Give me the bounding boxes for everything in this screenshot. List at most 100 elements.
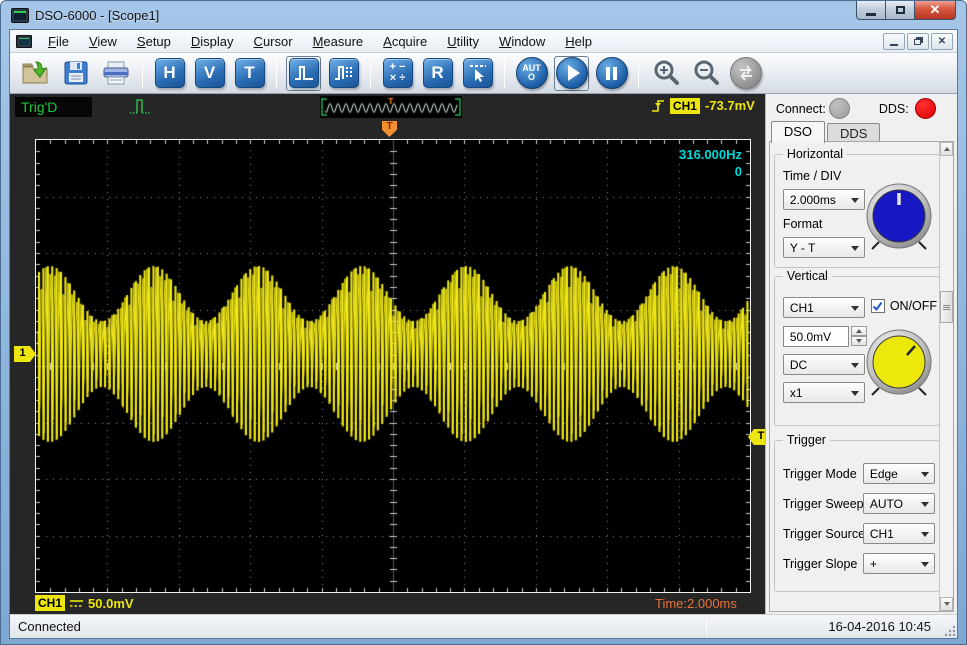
frequency-readout: 316.000Hz 0 [679,146,742,180]
connect-status-led [829,98,850,119]
channel1-position-marker[interactable]: 1 [14,346,36,362]
onoff-checkbox[interactable] [871,299,885,313]
scope-display-panel: Trig'D CH1 -73.7mV [10,94,765,614]
print-button[interactable] [98,56,133,91]
maximize-button[interactable] [886,1,914,20]
toolbar-separator [370,58,371,88]
close-button[interactable]: ✕ [914,1,956,20]
resize-grip[interactable] [944,625,956,637]
checkmark-icon [872,301,883,312]
panel-scrollbar[interactable] [939,142,953,611]
transfer-arrows-icon [736,65,756,81]
dds-status-led [915,98,936,119]
cursor-icon [467,62,489,84]
app-window: DSO-6000 - [Scope1] ✕ File View Setup Di… [0,0,967,645]
printer-icon [101,59,131,87]
trigger-slope-select[interactable]: + [863,553,935,574]
document-icon[interactable] [16,35,32,48]
dropdown-arrow-icon [851,198,859,207]
menu-window[interactable]: Window [489,32,555,51]
format-select[interactable]: Y - T [783,237,865,258]
coupling-select[interactable]: DC [783,354,865,375]
trigger-mode-select[interactable]: Edge [863,463,935,484]
channel-onoff-row: ON/OFF [871,299,937,313]
vertical-group-title: Vertical [783,269,832,283]
dropdown-arrow-icon [851,391,859,400]
h-icon: H [155,58,185,88]
horizontal-position-knob[interactable] [861,179,937,259]
dropdown-arrow-icon [851,246,859,255]
pause-icon [606,67,617,80]
menu-measure[interactable]: Measure [303,32,374,51]
tab-dds[interactable]: DDS [827,123,880,142]
mdi-close-button[interactable]: ✕ [931,33,953,50]
math-button[interactable]: + −× ÷ [380,56,415,91]
transfer-button[interactable] [728,56,763,91]
dropdown-arrow-icon [851,306,859,315]
menu-acquire[interactable]: Acquire [373,32,437,51]
dropdown-arrow-icon [851,363,859,372]
trigger-level-readout: -73.7mV [705,98,755,113]
trigger-source-select[interactable]: CH1 [863,523,935,544]
edge-trigger-icon [651,97,665,114]
save-button[interactable] [58,56,93,91]
mdi-minimize-button[interactable] [883,33,905,50]
time-div-select[interactable]: 2.000ms [783,189,865,210]
vertical-position-knob[interactable] [861,325,937,405]
scrollbar-down-button[interactable] [940,597,953,611]
trigger-status-badge: Trig'D [15,97,92,117]
autoset-button[interactable]: AUTO [514,56,549,91]
menu-setup[interactable]: Setup [127,32,181,51]
pulse-train-icon [333,62,355,84]
horizontal-group: Horizontal Time / DIV 2.000ms Format Y -… [774,154,940,268]
reference-button[interactable]: R [420,56,455,91]
time-div-label: Time / DIV [783,169,842,183]
connect-label: Connect: [776,102,826,116]
scope-canvas [36,140,750,592]
menu-cursor[interactable]: Cursor [244,32,303,51]
trigger-group: Trigger Trigger Mode Edge Trigger Sweep … [774,440,940,592]
menu-view[interactable]: View [79,32,127,51]
scrollbar-thumb[interactable] [940,291,953,323]
single-pulse-button[interactable] [286,56,321,91]
onoff-label: ON/OFF [890,299,937,313]
cursor-measure-button[interactable] [460,56,495,91]
probe-select[interactable]: x1 [783,382,865,403]
zoom-in-button[interactable] [648,56,683,91]
down-arrow-icon [944,602,950,609]
mdi-restore-icon [914,39,921,45]
horizontal-panel-button[interactable]: H [152,56,187,91]
scrollbar-up-button[interactable] [940,142,953,156]
trigger-sweep-select[interactable]: AUTO [863,493,935,514]
dropdown-arrow-icon [921,472,929,481]
minimize-button[interactable] [856,1,886,20]
pause-button[interactable] [594,56,629,91]
trigger-panel-button[interactable]: T [232,56,267,91]
run-button[interactable] [554,56,589,91]
mdi-close-icon: ✕ [938,36,946,47]
trigger-source-label: Trigger Source [783,527,865,541]
toolbar-separator [142,58,143,88]
r-icon: R [423,58,453,88]
volts-div-value[interactable]: 50.0mV [783,326,849,347]
graticule: 316.000Hz 0 [35,139,751,593]
open-button[interactable] [18,56,53,91]
toolbar-separator [504,58,505,88]
channel1-scale-readout: 50.0mV [88,596,134,611]
auto-icon: AUTO [522,64,542,82]
trigger-mode-label: Trigger Mode [783,467,857,481]
channel-select[interactable]: CH1 [783,297,865,318]
waveform-position-preview[interactable] [320,96,462,118]
menu-utility[interactable]: Utility [437,32,489,51]
toolbar-separator [276,58,277,88]
menu-display[interactable]: Display [181,32,244,51]
zoom-out-button[interactable] [688,56,723,91]
trigger-position-marker[interactable]: T [382,121,397,137]
minimize-icon [866,13,876,16]
menu-file[interactable]: File [38,32,79,51]
menu-help[interactable]: Help [555,32,602,51]
dual-pulse-button[interactable] [326,56,361,91]
mdi-restore-button[interactable] [907,33,929,50]
vertical-panel-button[interactable]: V [192,56,227,91]
tab-dso[interactable]: DSO [771,121,825,143]
